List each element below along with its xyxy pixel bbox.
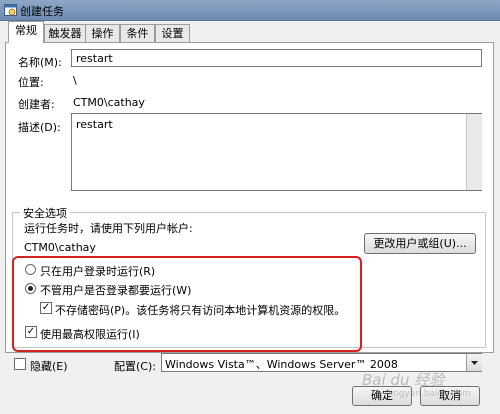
- description-scrollbar[interactable]: [466, 114, 482, 190]
- description-textarea[interactable]: restart: [71, 113, 482, 191]
- description-label: 描述(D):: [18, 121, 61, 134]
- author-label: 创建者:: [18, 98, 55, 111]
- security-group-title: 安全选项: [20, 205, 70, 221]
- tab-settings[interactable]: 设置: [155, 24, 190, 42]
- radio-selected-dot: [28, 286, 33, 291]
- radio-run-whether-logged-on-label: 不管用户是否登录都要运行(W): [40, 284, 192, 297]
- highest-privileges-checkbox[interactable]: ✓: [25, 326, 37, 338]
- no-store-password-checkbox[interactable]: ✓: [40, 302, 52, 314]
- radio-logged-on-only-label: 只在用户登录时运行(R): [40, 265, 156, 278]
- run-as-prompt: 运行任务时，请使用下列用户帐户:: [24, 222, 193, 235]
- title-bar[interactable]: 创建任务: [0, 0, 500, 21]
- name-label: 名称(M):: [18, 56, 62, 69]
- highest-privileges-label: 使用最高权限运行(I): [40, 328, 140, 341]
- tab-triggers[interactable]: 触发器: [44, 24, 86, 42]
- hidden-checkbox[interactable]: [14, 358, 26, 370]
- configure-dropdown-button[interactable]: [466, 354, 482, 371]
- no-store-password-label: 不存储密码(P)。该任务将只有访问本地计算机资源的权限。: [55, 304, 346, 317]
- window-title: 创建任务: [20, 5, 64, 18]
- location-label: 位置:: [18, 76, 44, 89]
- name-input[interactable]: restart: [71, 49, 482, 67]
- tab-actions[interactable]: 操作: [85, 24, 120, 42]
- location-value: \: [73, 74, 77, 87]
- author-value: CTM0\cathay: [73, 96, 145, 109]
- configure-label: 配置(C):: [114, 360, 156, 373]
- chevron-down-icon: [471, 361, 478, 365]
- checkmark-icon: ✓: [41, 302, 51, 313]
- watermark-sub: jingyan.baidu.com: [388, 389, 472, 399]
- tab-general[interactable]: 常规: [8, 21, 44, 43]
- hidden-label: 隐藏(E): [30, 360, 68, 373]
- radio-logged-on-only[interactable]: [25, 264, 36, 275]
- radio-run-whether-logged-on[interactable]: [25, 283, 36, 294]
- task-scheduler-icon: [4, 3, 17, 16]
- change-user-button[interactable]: 更改用户或组(U)...: [364, 233, 476, 254]
- checkmark-icon: ✓: [26, 326, 36, 337]
- user-account-value: CTM0\cathay: [24, 241, 96, 254]
- watermark-logo: Bai du 经验: [362, 371, 445, 389]
- description-text: restart: [76, 118, 113, 131]
- tab-conditions[interactable]: 条件: [120, 24, 155, 42]
